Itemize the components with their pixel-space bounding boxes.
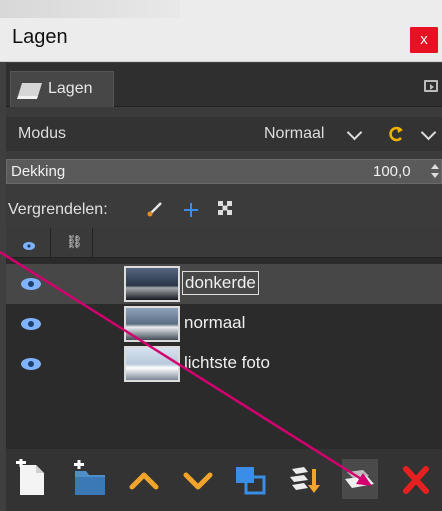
opacity-spinner[interactable]: Dekking 100,0 [6,159,442,184]
layer-row[interactable]: lichtste foto [6,344,442,384]
anchor-layer-icon[interactable] [286,459,322,499]
layer-toolbar [6,449,442,511]
visibility-eye-icon[interactable] [20,317,42,331]
column-divider [50,228,51,258]
window-title: Lagen [12,26,68,48]
close-button[interactable]: x [410,27,438,53]
raise-layer-icon[interactable] [126,459,162,499]
tab-label: Lagen [48,80,93,97]
tab-strip: Lagen [6,63,442,107]
visibility-eye-icon[interactable] [20,277,42,291]
layers-icon [16,80,44,102]
layer-thumbnail [124,306,180,342]
mode-label: Modus [18,125,67,142]
lock-pixels-icon[interactable] [146,200,164,218]
new-layer-icon[interactable] [14,458,50,499]
duplicate-layer-icon[interactable] [232,459,268,499]
mode-row: Modus Normaal [6,117,442,151]
chevron-down-icon[interactable] [420,124,437,141]
lock-row: Vergrendelen: [6,194,442,224]
chain-column-icon: ⛓ [66,234,83,249]
spin-up-icon[interactable] [431,164,439,169]
layer-list: ⛓ donkerde normaal lichtste foto [6,228,442,449]
lock-position-icon[interactable] [182,201,200,219]
titlebar-blur [0,0,180,18]
lock-alpha-icon[interactable] [216,199,234,217]
visibility-column-icon [22,238,36,250]
layers-panel: Lagen Modus Normaal Dekking 100,0 Vergre… [6,63,442,511]
layer-name[interactable]: lichtste foto [182,353,272,373]
layer-list-header: ⛓ [6,228,442,258]
opacity-label: Dekking [11,163,66,180]
merge-layer-icon[interactable] [338,459,382,499]
composite-mode-icon[interactable] [388,125,406,143]
layer-thumbnail [124,346,180,382]
lower-layer-icon[interactable] [180,459,216,499]
opacity-value[interactable]: 100,0 [373,163,411,180]
tab-menu-icon[interactable] [424,80,438,92]
spin-down-icon[interactable] [431,173,439,178]
window-titlebar: Lagen x [0,0,442,62]
delete-layer-icon[interactable] [398,459,434,499]
visibility-eye-icon[interactable] [20,357,42,371]
lock-label: Vergrendelen: [8,201,108,218]
column-divider [92,228,93,258]
layer-thumbnail [124,266,180,302]
layer-name[interactable]: normaal [182,313,247,333]
mode-select[interactable]: Normaal [264,125,324,143]
chevron-down-icon[interactable] [346,124,363,141]
layer-row[interactable]: donkerde [6,264,442,304]
tab-layers[interactable]: Lagen [10,71,114,107]
new-layer-group-icon[interactable] [72,459,108,499]
layer-name[interactable]: donkerde [182,271,259,295]
layer-row[interactable]: normaal [6,304,442,344]
